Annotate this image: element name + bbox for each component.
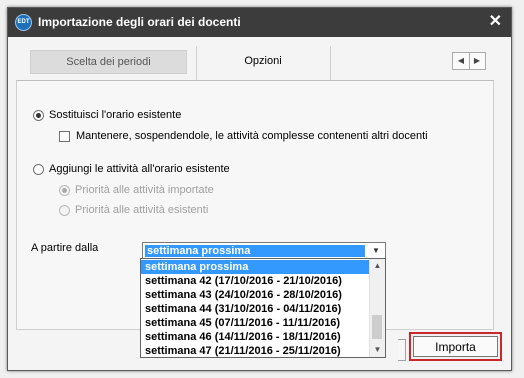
radio-add[interactable]: [33, 163, 44, 175]
radio-priority-imported: [59, 184, 70, 196]
chevron-down-icon[interactable]: ▼: [370, 343, 385, 357]
dropdown-option[interactable]: settimana 45 (07/11/2016 - 11/11/2016): [141, 316, 370, 330]
start-from-label: A partire dalla: [31, 242, 98, 254]
option-keep-complex[interactable]: Mantenere, sospendendole, le attività co…: [59, 130, 428, 142]
option-priority-imported: Priorità alle attività importate: [59, 184, 214, 196]
option-replace-label: Sostituisci l'orario esistente: [49, 109, 182, 121]
dropdown-option[interactable]: settimana 43 (24/10/2016 - 28/10/2016): [141, 288, 370, 302]
option-replace[interactable]: Sostituisci l'orario esistente: [33, 109, 181, 121]
app-logo-icon: EDT: [15, 14, 32, 31]
radio-priority-existing: [59, 204, 70, 216]
title-bar: EDT Importazione degli orari dei docenti…: [8, 8, 511, 37]
dropdown-option[interactable]: settimana 44 (31/10/2016 - 04/11/2016): [141, 302, 370, 316]
dropdown-option[interactable]: settimana 42 (17/10/2016 - 21/10/2016): [141, 274, 370, 288]
start-from-label-text: A partire dalla: [31, 242, 99, 254]
tab-bar: Scelta dei periodi Opzioni ◀ ▶: [16, 46, 502, 80]
tab-scelta-periodi[interactable]: Scelta dei periodi: [30, 50, 187, 74]
dropdown-option[interactable]: settimana prossima: [141, 260, 370, 274]
tab-divider: [330, 46, 331, 80]
chevron-up-icon[interactable]: ▲: [370, 259, 385, 273]
option-add-label: Aggiungi le attività all'orario esistent…: [49, 163, 230, 175]
option-priority-existing: Priorità alle attività esistenti: [59, 204, 208, 216]
window-title: Importazione degli orari dei docenti: [38, 15, 241, 29]
dropdown-option[interactable]: settimana 46 (14/11/2016 - 18/11/2016): [141, 330, 370, 344]
tab-scroll-right-icon[interactable]: ▶: [469, 53, 485, 69]
option-priority-existing-label: Priorità alle attività esistenti: [75, 204, 209, 216]
chevron-down-icon[interactable]: ▼: [367, 243, 385, 259]
option-keep-complex-label: Mantenere, sospendendole, le attività co…: [76, 130, 428, 142]
start-from-dropdown-list[interactable]: settimana prossima settimana 42 (17/10/2…: [140, 258, 386, 358]
close-icon[interactable]: ✕: [489, 13, 502, 31]
import-button[interactable]: Importa: [409, 332, 502, 361]
option-priority-imported-label: Priorità alle attività importate: [75, 184, 214, 196]
dropdown-option[interactable]: settimana 47 (21/11/2016 - 25/11/2016): [141, 344, 370, 357]
checkbox-keep-complex[interactable]: [59, 130, 70, 142]
option-add[interactable]: Aggiungi le attività all'orario esistent…: [33, 163, 230, 175]
tab-scroll-buttons: ◀ ▶: [452, 52, 486, 70]
scrollbar-thumb[interactable]: [372, 315, 382, 339]
tab-scroll-left-icon[interactable]: ◀: [453, 53, 470, 69]
secondary-button-partial[interactable]: [398, 339, 406, 361]
radio-replace[interactable]: [33, 109, 44, 121]
start-from-selected-value: settimana prossima: [145, 245, 365, 257]
tab-opzioni[interactable]: Opzioni: [196, 50, 330, 72]
import-button-label: Importa: [413, 336, 498, 357]
dropdown-scrollbar[interactable]: ▲ ▼: [369, 259, 385, 357]
